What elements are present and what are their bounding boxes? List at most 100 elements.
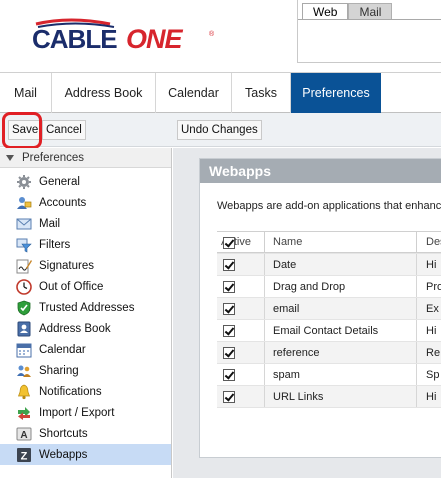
preferences-sidebar: Preferences General Accounts Mail Filter… — [0, 148, 172, 478]
sidebar-item-signatures[interactable]: Signatures — [0, 255, 171, 276]
app-name: spam — [265, 364, 417, 385]
search-tab-mail[interactable]: Mail — [348, 3, 393, 20]
sidebar-item-mail[interactable]: Mail — [0, 213, 171, 234]
sidebar-section-header[interactable]: Preferences — [0, 148, 171, 168]
table-row[interactable]: Drag and Drop Pro — [217, 276, 441, 298]
calendar-icon — [16, 342, 32, 358]
sidebar-item-label: Mail — [39, 217, 61, 230]
sidebar-item-trusted-addresses[interactable]: Trusted Addresses — [0, 297, 171, 318]
active-checkbox[interactable] — [223, 302, 235, 315]
webapps-icon: Z — [16, 447, 32, 463]
app-name: Email Contact Details — [265, 320, 417, 341]
app-description: Pro — [426, 280, 441, 293]
sidebar-item-accounts[interactable]: Accounts — [0, 192, 171, 213]
sidebar-item-filters[interactable]: Filters — [0, 234, 171, 255]
collapse-caret-icon[interactable] — [6, 154, 14, 161]
app-description: Hi — [426, 258, 437, 271]
sidebar-item-out-of-office[interactable]: Out of Office — [0, 276, 171, 297]
sidebar-item-label: Signatures — [39, 259, 94, 272]
cancel-button[interactable]: Cancel — [42, 120, 86, 140]
app-description: Re — [426, 346, 441, 359]
table-row[interactable]: URL Links Hi — [217, 386, 441, 408]
clock-icon — [16, 278, 32, 295]
toolbar: Save Cancel Undo Changes — [0, 113, 441, 147]
filter-icon — [16, 237, 32, 253]
active-checkbox[interactable] — [223, 258, 235, 271]
logo-text-one: ONE — [126, 24, 184, 54]
tab-preferences[interactable]: Preferences — [291, 73, 381, 113]
sidebar-item-label: Shortcuts — [39, 427, 88, 440]
sharing-icon — [16, 363, 32, 379]
column-header-name[interactable]: Name — [265, 232, 417, 252]
bell-icon — [16, 384, 32, 400]
svg-text:A: A — [20, 430, 27, 441]
app-description: Sp — [426, 368, 440, 381]
table-header-row: Active Name Des — [217, 232, 441, 253]
sidebar-item-general[interactable]: General — [0, 171, 171, 192]
app-description: Ex — [426, 302, 439, 315]
sidebar-item-label: Webapps — [39, 448, 88, 461]
app-name: Date — [265, 254, 417, 275]
main-content: Webapps Webapps are add-on applications … — [173, 148, 441, 478]
table-row[interactable]: email Ex — [217, 298, 441, 320]
sidebar-item-label: Address Book — [39, 322, 111, 335]
app-tabs: Mail Address Book Calendar Tasks Prefere… — [0, 72, 441, 113]
table-row[interactable]: reference Re — [217, 342, 441, 364]
tab-address-book[interactable]: Address Book — [52, 73, 156, 113]
tab-calendar[interactable]: Calendar — [156, 73, 232, 113]
sidebar-item-address-book[interactable]: Address Book — [0, 318, 171, 339]
column-header-description[interactable]: Des — [417, 232, 441, 252]
table-row[interactable]: Email Contact Details Hi — [217, 320, 441, 342]
active-checkbox[interactable] — [223, 346, 235, 359]
signature-icon — [16, 258, 32, 274]
address-book-icon — [16, 321, 32, 337]
sidebar-section-label: Preferences — [22, 151, 85, 164]
active-checkbox[interactable] — [223, 236, 235, 249]
app-name: reference — [265, 342, 417, 363]
app-description: Hi — [426, 324, 437, 337]
table-row[interactable]: spam Sp — [217, 364, 441, 386]
accounts-icon — [16, 195, 32, 211]
search-tab-web[interactable]: Web — [302, 3, 349, 20]
app-name: Drag and Drop — [265, 276, 417, 297]
sidebar-item-label: Sharing — [39, 364, 79, 377]
active-checkbox[interactable] — [223, 280, 235, 293]
active-checkbox[interactable] — [223, 368, 235, 381]
sidebar-item-label: Out of Office — [39, 280, 104, 293]
sidebar-item-import-export[interactable]: Import / Export — [0, 402, 171, 423]
tab-tasks[interactable]: Tasks — [232, 73, 291, 113]
sidebar-item-label: Trusted Addresses — [39, 301, 135, 314]
sidebar-item-label: Calendar — [39, 343, 86, 356]
sidebar-item-label: Import / Export — [39, 406, 115, 419]
panel-description: Webapps are add-on applications that enh… — [217, 200, 441, 212]
search-tabs: Web Mail — [302, 3, 393, 20]
search-input[interactable] — [298, 19, 441, 63]
gear-icon — [16, 174, 32, 190]
cableone-logo[interactable]: CABLE ONE ® — [30, 14, 220, 54]
sidebar-item-label: Filters — [39, 238, 71, 251]
keyboard-icon: A — [16, 426, 32, 442]
svg-text:Z: Z — [21, 450, 28, 462]
active-checkbox[interactable] — [223, 390, 235, 403]
save-button[interactable]: Save — [8, 120, 43, 140]
sidebar-item-shortcuts[interactable]: A Shortcuts — [0, 423, 171, 444]
sidebar-list: General Accounts Mail Filters Signatures — [0, 168, 171, 465]
sidebar-item-notifications[interactable]: Notifications — [0, 381, 171, 402]
app-name: email — [265, 298, 417, 319]
sidebar-item-label: Accounts — [39, 196, 87, 209]
app-name: URL Links — [265, 386, 417, 407]
table-row[interactable]: Date Hi — [217, 254, 441, 276]
sidebar-item-label: Notifications — [39, 385, 102, 398]
undo-changes-button[interactable]: Undo Changes — [177, 120, 262, 140]
sidebar-item-calendar[interactable]: Calendar — [0, 339, 171, 360]
envelope-icon — [16, 216, 32, 232]
tab-mail[interactable]: Mail — [0, 73, 52, 113]
active-checkbox[interactable] — [223, 324, 235, 337]
panel-title: Webapps — [200, 159, 441, 183]
sidebar-item-sharing[interactable]: Sharing — [0, 360, 171, 381]
app-description: Hi — [426, 390, 437, 403]
sidebar-item-label: General — [39, 175, 80, 188]
header: CABLE ONE ® Web Mail — [0, 0, 441, 72]
sidebar-item-webapps[interactable]: Z Webapps — [0, 444, 171, 465]
svg-text:®: ® — [209, 30, 215, 38]
